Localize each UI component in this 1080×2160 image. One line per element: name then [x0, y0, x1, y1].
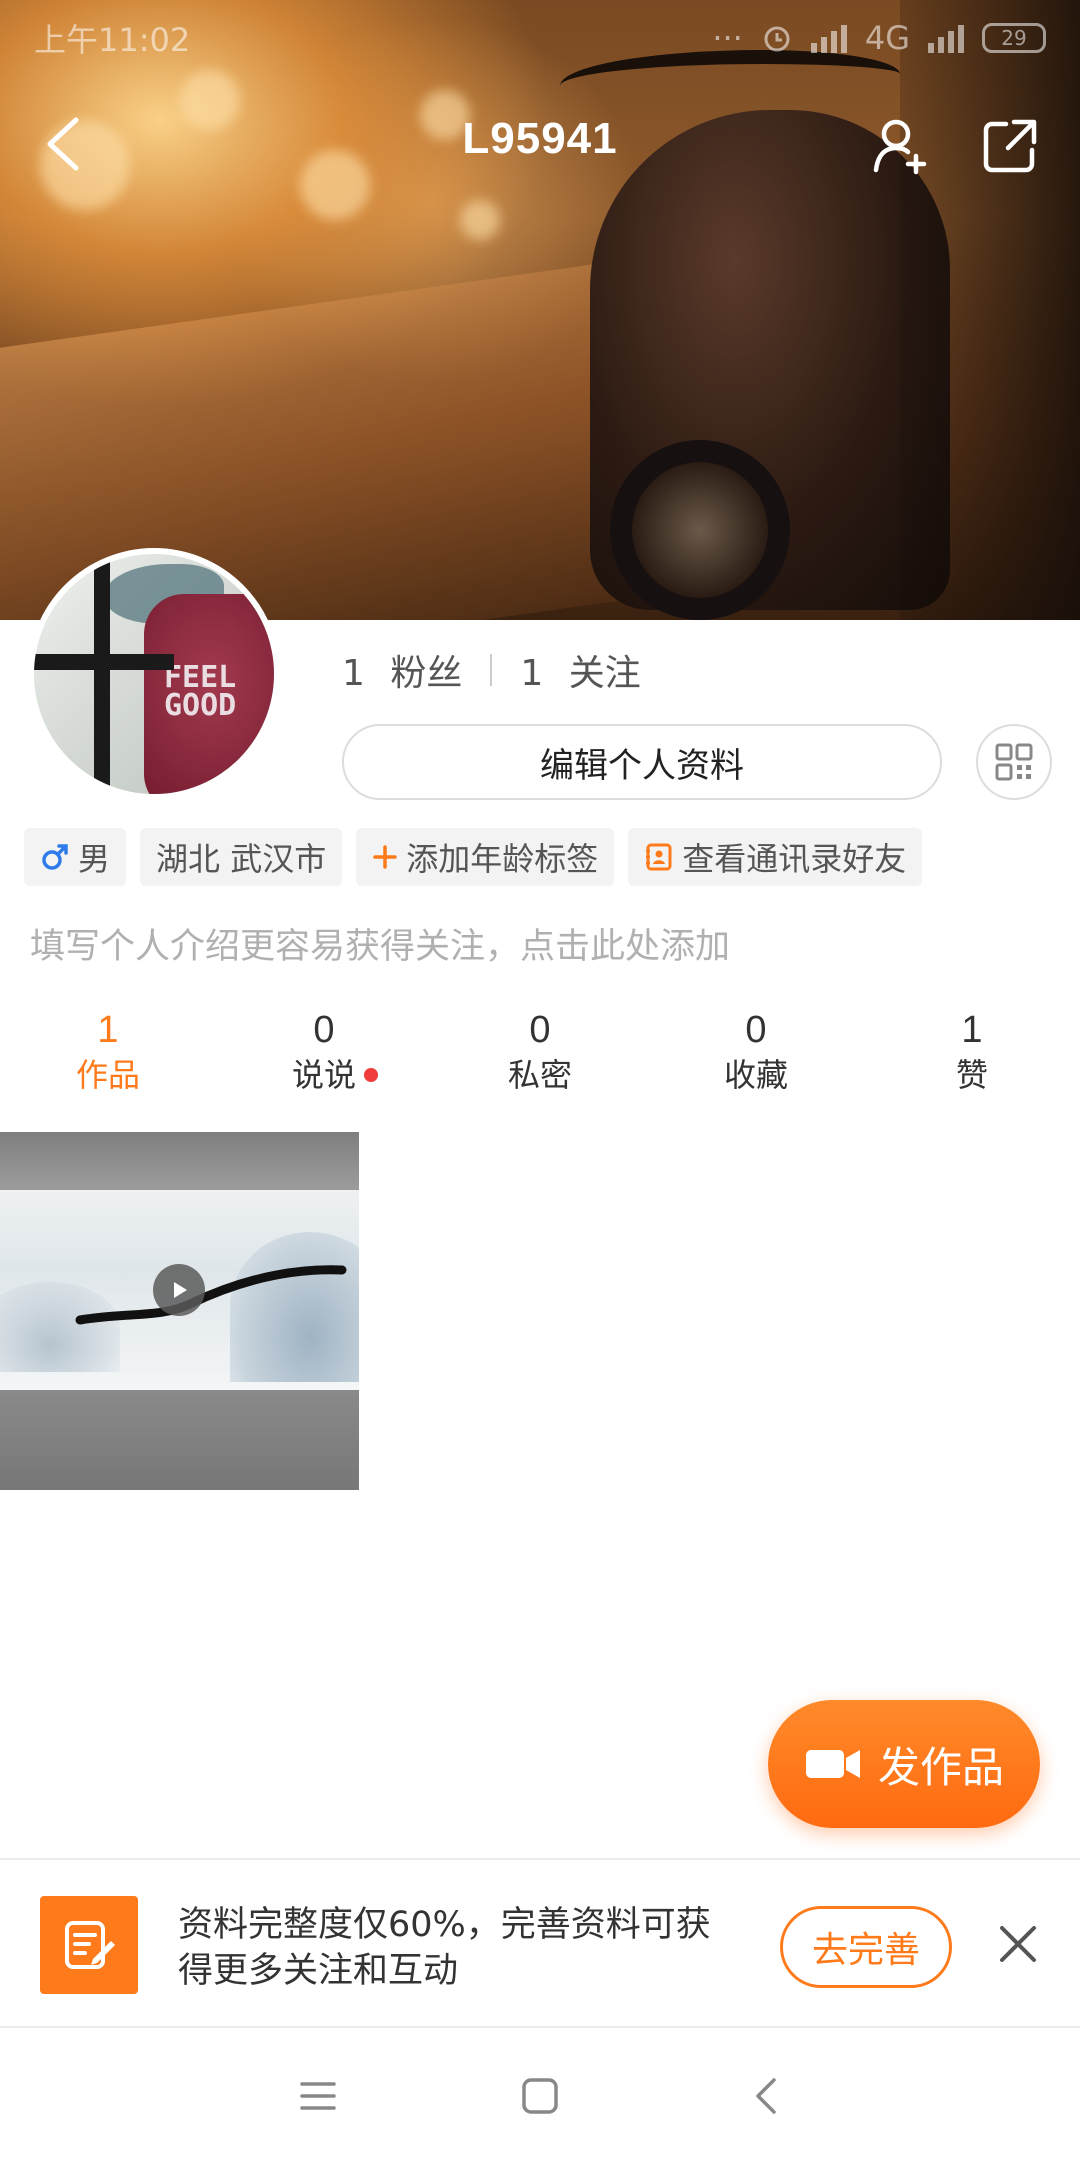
close-icon[interactable] [996, 1922, 1040, 1966]
tag-add-age[interactable]: 添加年龄标签 [356, 828, 615, 886]
tab-likes[interactable]: 1 赞 [864, 1006, 1080, 1116]
tag-label: 查看通讯录好友 [682, 840, 907, 878]
tab-label: 私密 [507, 1056, 572, 1094]
tab-label-wrap: 说说 [291, 1054, 378, 1096]
cover-bokeh [460, 200, 500, 240]
tag-label: 添加年龄标签 [406, 840, 599, 878]
tab-label: 收藏 [723, 1056, 788, 1094]
unread-dot [364, 1068, 378, 1082]
home-icon[interactable] [518, 2074, 562, 2118]
bio-placeholder[interactable]: 填写个人介绍更容易获得关注，点击此处添加 [30, 918, 730, 969]
followers-label: 粉丝 [390, 653, 463, 694]
qr-code-button[interactable] [976, 724, 1052, 800]
publish-label: 发作品 [877, 1742, 1004, 1792]
brush-stroke [75, 1265, 347, 1325]
add-friend-icon[interactable] [870, 114, 934, 178]
thumbnail-blur [0, 1390, 359, 1490]
signal-icon [810, 23, 847, 53]
cover-scooter-wheel [610, 440, 790, 620]
top-nav: L95941 [0, 100, 1080, 190]
followers-count: 1 [342, 653, 365, 694]
tab-count: 0 [529, 1009, 551, 1051]
play-icon [153, 1264, 205, 1316]
tab-count: 0 [745, 1009, 767, 1051]
tab-count: 1 [97, 1009, 119, 1051]
tab-posts[interactable]: 0 说说 [216, 1006, 432, 1116]
banner-text: 资料完整度仅60%，完善资料可获得更多关注和互动 [178, 1905, 711, 1991]
avatar-shirt: FEEL GOOD [144, 594, 274, 794]
tab-count: 1 [961, 1009, 983, 1051]
alarm-icon [764, 26, 790, 52]
battery-icon: 29 [982, 23, 1046, 53]
following-label: 关注 [568, 653, 641, 694]
system-nav-bar [0, 2030, 1080, 2160]
followers-link[interactable]: 1 粉丝 [342, 644, 462, 696]
edit-profile-button[interactable]: 编辑个人资料 [342, 724, 942, 800]
tag-gender[interactable]: 男 [24, 828, 127, 886]
back-icon[interactable] [746, 2074, 790, 2118]
tab-label: 说说 [291, 1056, 356, 1094]
share-icon[interactable] [980, 116, 1040, 176]
contacts-icon [646, 843, 672, 871]
tag-contacts[interactable]: 查看通讯录好友 [628, 828, 923, 886]
tag-label: 男 [78, 840, 111, 878]
avatar[interactable]: FEEL GOOD [28, 548, 280, 800]
tag-location[interactable]: 湖北 武汉市 [140, 828, 343, 886]
publish-button[interactable]: 发作品 [768, 1700, 1040, 1828]
tag-label: 湖北 武汉市 [156, 840, 327, 878]
status-icons: ··· 4G 29 [712, 19, 1046, 57]
edit-note-icon [40, 1896, 138, 1994]
signal-icon-2 [928, 23, 964, 53]
cover-image[interactable]: 上午11:02 ··· 4G 29 L95941 [0, 0, 1080, 620]
cover-shadow [900, 0, 1080, 620]
avatar-bar [94, 554, 110, 794]
following-link[interactable]: 1 关注 [520, 644, 640, 696]
tab-label: 作品 [75, 1056, 140, 1094]
plus-icon [373, 845, 397, 869]
video-thumbnail[interactable] [0, 1132, 359, 1490]
qr-code-icon [995, 743, 1033, 781]
complete-profile-button[interactable]: 去完善 [780, 1906, 952, 1988]
profile-completeness-banner: 资料完整度仅60%，完善资料可获得更多关注和互动 去完善 [0, 1858, 1080, 2028]
content-tabs: 1 作品 0 说说 0 私密 0 收藏 1 赞 [0, 1006, 1080, 1116]
more-dots-icon: ··· [712, 19, 743, 57]
status-bar: 上午11:02 ··· 4G 29 [0, 0, 1080, 76]
tab-label: 赞 [955, 1056, 988, 1094]
following-count: 1 [520, 653, 544, 694]
avatar-bar [34, 654, 174, 670]
divider [490, 654, 493, 686]
menu-icon[interactable] [296, 2074, 340, 2118]
follow-stats: 1 粉丝 1 关注 [342, 644, 641, 696]
male-icon [42, 844, 68, 870]
network-type: 4G [864, 19, 910, 57]
profile-tags: 男 湖北 武汉市 添加年龄标签 查看通讯录好友 [24, 828, 923, 886]
tab-works[interactable]: 1 作品 [0, 1006, 216, 1116]
status-time: 上午11:02 [34, 21, 191, 59]
tab-favorites[interactable]: 0 收藏 [648, 1006, 864, 1116]
tab-count: 0 [313, 1009, 335, 1051]
tab-private[interactable]: 0 私密 [432, 1006, 648, 1116]
video-camera-icon [805, 1750, 860, 1778]
